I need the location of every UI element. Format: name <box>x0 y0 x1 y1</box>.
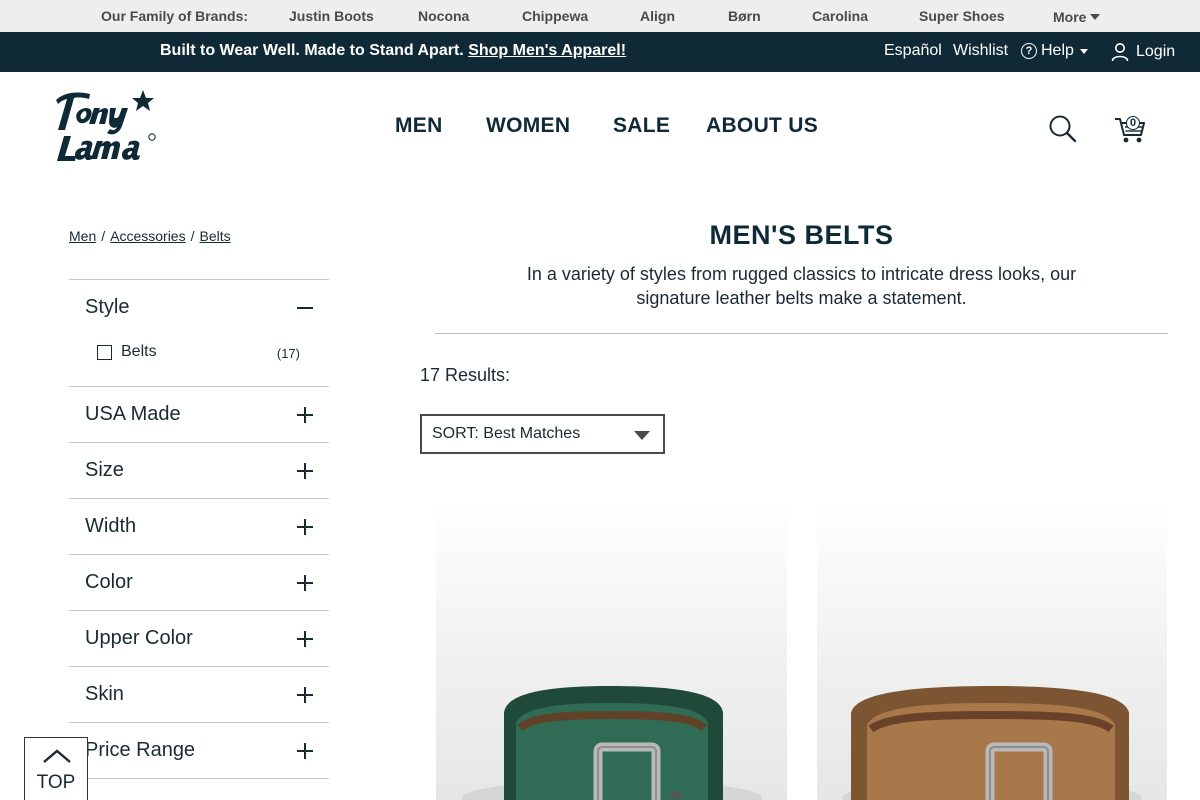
chevron-down-icon <box>1079 48 1088 54</box>
filter-title: USA Made <box>85 403 181 425</box>
filter-option-label: Belts <box>121 343 157 360</box>
brands-more-button[interactable]: More <box>1053 9 1101 25</box>
help-label: Help <box>1041 42 1074 59</box>
back-to-top-button[interactable]: TOP <box>24 737 88 800</box>
plus-icon[interactable] <box>297 407 313 423</box>
filter-upper-color[interactable]: Upper Color <box>69 610 329 666</box>
belts-checkbox[interactable] <box>97 345 112 360</box>
product-image <box>842 686 1142 800</box>
brand-link-justin-boots[interactable]: Justin Boots <box>289 8 374 24</box>
brand-link-nocona[interactable]: Nocona <box>418 8 469 24</box>
filter-color[interactable]: Color <box>69 554 329 610</box>
filter-usa-made[interactable]: USA Made <box>69 386 329 442</box>
filter-title: Skin <box>85 683 124 705</box>
help-menu-button[interactable]: ? Help <box>1021 42 1088 60</box>
filter-option-count: (17) <box>276 346 300 361</box>
brand-link-chippewa[interactable]: Chippewa <box>522 8 588 24</box>
category-description: In a variety of styles from rugged class… <box>526 264 1077 308</box>
search-icon[interactable] <box>1048 114 1078 144</box>
filter-title: Width <box>85 515 137 537</box>
brand-link-carolina[interactable]: Carolina <box>812 8 868 24</box>
brands-label: Our Family of Brands: <box>101 8 249 24</box>
back-to-top-label: TOP <box>36 772 76 793</box>
promo-text: Built to Wear Well. Made to Stand Apart. <box>160 42 464 59</box>
filter-size[interactable]: Size <box>69 442 329 498</box>
login-label: Login <box>1136 43 1176 60</box>
user-icon <box>1111 43 1129 62</box>
minus-icon[interactable] <box>297 300 313 316</box>
nav-women[interactable]: WOMEN <box>486 114 570 138</box>
chevron-down-icon <box>1090 14 1101 20</box>
plus-icon[interactable] <box>297 519 313 535</box>
brand-link-align[interactable]: Align <box>640 8 675 24</box>
breadcrumb-separator: / <box>101 228 106 244</box>
breadcrumb-accessories[interactable]: Accessories <box>110 228 185 244</box>
filter-title: Price Range <box>85 739 196 761</box>
wishlist-label: Wishlist <box>953 42 1009 59</box>
promo-link[interactable]: Shop Men's Apparel! <box>468 42 626 59</box>
plus-icon[interactable] <box>297 687 313 703</box>
brand-link-super-shoes[interactable]: Super Shoes <box>919 8 1005 24</box>
plus-icon[interactable] <box>297 743 313 759</box>
help-icon: ? <box>1021 43 1037 59</box>
divider <box>435 333 1168 334</box>
nav-about-us[interactable]: ABOUT US <box>706 114 818 138</box>
wishlist-link[interactable]: Wishlist <box>953 42 1008 60</box>
breadcrumb-men[interactable]: Men <box>69 228 96 244</box>
product-tile-brown-belt[interactable] <box>817 503 1167 800</box>
filter-style-header[interactable]: Style <box>69 280 329 335</box>
page-title: MEN'S BELTS <box>709 220 894 250</box>
language-link[interactable]: Español <box>884 42 942 60</box>
language-label: Español <box>884 42 942 59</box>
plus-icon[interactable] <box>297 631 313 647</box>
filter-style: Style Belts (17) <box>69 279 329 386</box>
breadcrumb-belts[interactable]: Belts <box>199 228 230 244</box>
promo-bar: Built to Wear Well. Made to Stand Apart.… <box>0 32 1200 72</box>
filter-price-range[interactable]: Price Range <box>69 722 329 779</box>
breadcrumb-separator: / <box>190 228 195 244</box>
family-of-brands-bar: Our Family of Brands: Justin Boots Nocon… <box>0 0 1200 32</box>
promo-message: Built to Wear Well. Made to Stand Apart.… <box>160 42 626 60</box>
sort-selected-value: SORT: Best Matches <box>432 425 581 442</box>
filter-option-belts[interactable]: Belts (17) <box>69 335 329 386</box>
chevron-up-icon <box>43 749 71 763</box>
login-link[interactable]: Login <box>1110 42 1175 62</box>
cart-count-badge: 0 <box>1126 116 1140 130</box>
product-image <box>462 686 762 800</box>
breadcrumb: Men / Accessories / Belts <box>69 228 231 244</box>
tony-lama-logo[interactable] <box>50 86 165 166</box>
results-count: 17 Results: <box>420 365 511 385</box>
product-tile-green-belt[interactable] <box>436 503 787 800</box>
logo-mark <box>56 90 156 161</box>
filter-skin[interactable]: Skin <box>69 666 329 722</box>
plus-icon[interactable] <box>297 575 313 591</box>
nav-men[interactable]: MEN <box>395 114 443 138</box>
filter-sidebar: Style Belts (17) USA Made Size Width Col… <box>69 279 329 779</box>
brands-more-label: More <box>1053 9 1087 25</box>
brand-link-born[interactable]: Børn <box>728 8 761 24</box>
caret-down-icon <box>634 431 650 440</box>
filter-title: Upper Color <box>85 627 193 649</box>
filter-title: Style <box>85 296 130 318</box>
filter-title: Color <box>85 571 133 593</box>
plus-icon[interactable] <box>297 463 313 479</box>
filter-width[interactable]: Width <box>69 498 329 554</box>
filter-title: Size <box>85 459 124 481</box>
nav-sale[interactable]: SALE <box>613 114 670 138</box>
sort-dropdown[interactable]: SORT: Best Matches <box>420 414 665 454</box>
search-icon-graphic <box>1049 115 1077 143</box>
